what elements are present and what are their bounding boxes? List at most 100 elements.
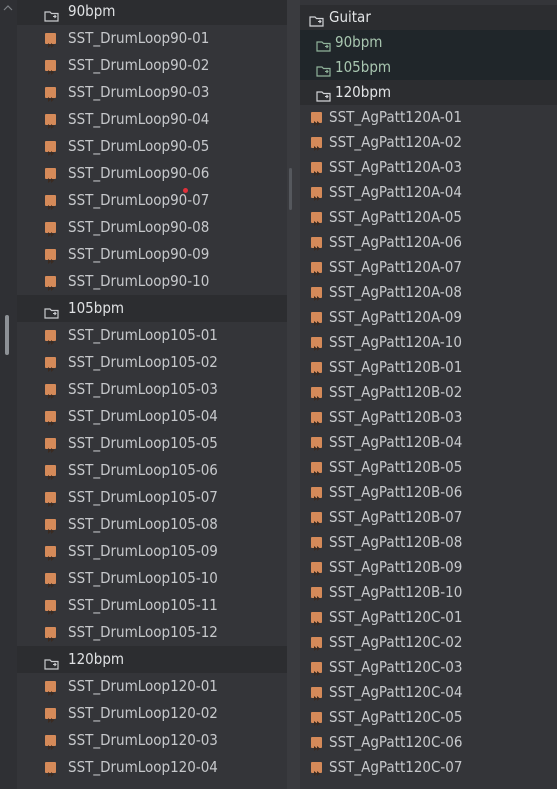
file-row[interactable]: SST_DrumLoop90-08	[17, 214, 287, 241]
file-row[interactable]: SST_AgPatt120A-05	[300, 205, 557, 230]
file-row[interactable]: SST_AgPatt120A-06	[300, 230, 557, 255]
audio-file-icon	[45, 357, 56, 372]
file-row[interactable]: SST_DrumLoop90-07	[17, 187, 287, 214]
file-row[interactable]: SST_AgPatt120B-09	[300, 555, 557, 580]
file-row[interactable]: SST_AgPatt120C-06	[300, 730, 557, 755]
folder-row-open[interactable]: 120bpm	[300, 80, 557, 105]
file-row[interactable]: SST_AgPatt120B-02	[300, 380, 557, 405]
audio-file-icon	[45, 384, 56, 399]
file-label: SST_AgPatt120A-05	[329, 208, 462, 226]
file-label: SST_AgPatt120B-01	[329, 358, 463, 376]
file-label: SST_AgPatt120A-09	[329, 308, 462, 326]
audio-file-icon	[311, 537, 322, 551]
audio-file-icon	[311, 762, 322, 776]
file-row[interactable]: SST_DrumLoop120-01	[17, 673, 287, 700]
file-row[interactable]: SST_DrumLoop105-02	[17, 349, 287, 376]
audio-file-icon	[311, 487, 322, 501]
file-row[interactable]: SST_AgPatt120B-07	[300, 505, 557, 530]
file-label: SST_AgPatt120C-02	[329, 633, 463, 651]
file-row[interactable]: SST_AgPatt120C-07	[300, 755, 557, 780]
file-row[interactable]: SST_DrumLoop90-09	[17, 241, 287, 268]
file-row[interactable]: SST_DrumLoop120-02	[17, 700, 287, 727]
file-row[interactable]: SST_AgPatt120A-01	[300, 105, 557, 130]
file-row[interactable]: SST_AgPatt120B-01	[300, 355, 557, 380]
file-row[interactable]: SST_DrumLoop105-06	[17, 457, 287, 484]
panel-divider[interactable]	[287, 0, 300, 789]
file-label: SST_AgPatt120C-03	[329, 658, 463, 676]
file-label: SST_DrumLoop120-02	[68, 704, 218, 722]
splitter-handle[interactable]	[289, 168, 292, 210]
chevron-up-icon[interactable]	[2, 2, 14, 14]
folder-row[interactable]: 105bpm	[17, 295, 287, 322]
file-label: SST_DrumLoop105-09	[68, 542, 218, 560]
audio-file-icon	[45, 33, 56, 48]
file-row[interactable]: SST_DrumLoop105-09	[17, 538, 287, 565]
file-row[interactable]: SST_DrumLoop105-01	[17, 322, 287, 349]
audio-file-icon	[311, 662, 322, 676]
folder-row[interactable]: 120bpm	[17, 646, 287, 673]
folder-row[interactable]: 90bpm	[17, 0, 287, 25]
file-label: SST_DrumLoop90-04	[68, 110, 210, 128]
subfolder-row[interactable]: 105bpm	[300, 55, 557, 80]
file-label: SST_AgPatt120B-06	[329, 483, 463, 501]
file-label: SST_AgPatt120A-04	[329, 183, 462, 201]
folder-label: Guitar	[329, 8, 371, 26]
file-label: SST_AgPatt120B-05	[329, 458, 463, 476]
file-row[interactable]: SST_AgPatt120B-06	[300, 480, 557, 505]
audio-file-icon	[45, 681, 56, 696]
file-row[interactable]: SST_AgPatt120B-10	[300, 580, 557, 605]
file-label: SST_AgPatt120A-01	[329, 108, 462, 126]
audio-file-icon	[45, 276, 56, 291]
file-row[interactable]: SST_DrumLoop105-05	[17, 430, 287, 457]
file-row[interactable]: SST_DrumLoop105-12	[17, 619, 287, 646]
folder-label: 90bpm	[68, 2, 116, 20]
file-row[interactable]: SST_DrumLoop105-04	[17, 403, 287, 430]
file-label: SST_AgPatt120A-07	[329, 258, 462, 276]
file-label: SST_DrumLoop90-05	[68, 137, 210, 155]
file-row[interactable]: SST_AgPatt120A-03	[300, 155, 557, 180]
audio-file-icon	[311, 712, 322, 726]
file-row[interactable]: SST_AgPatt120A-02	[300, 130, 557, 155]
file-row[interactable]: SST_AgPatt120C-03	[300, 655, 557, 680]
scrollbar-thumb[interactable]	[5, 315, 9, 355]
file-row[interactable]: SST_DrumLoop90-02	[17, 52, 287, 79]
file-label: SST_AgPatt120C-04	[329, 683, 463, 701]
file-row[interactable]: SST_AgPatt120B-05	[300, 455, 557, 480]
audio-file-icon	[45, 141, 56, 156]
file-row[interactable]: SST_AgPatt120C-02	[300, 630, 557, 655]
subfolder-row[interactable]: 90bpm	[300, 30, 557, 55]
file-row[interactable]: SST_DrumLoop90-01	[17, 25, 287, 52]
file-row[interactable]: SST_AgPatt120A-08	[300, 280, 557, 305]
file-row[interactable]: SST_DrumLoop90-06	[17, 160, 287, 187]
audio-file-icon	[311, 387, 322, 401]
file-row[interactable]: SST_DrumLoop90-05	[17, 133, 287, 160]
audio-file-icon	[311, 162, 322, 176]
file-row[interactable]: SST_AgPatt120A-09	[300, 305, 557, 330]
file-row[interactable]: SST_DrumLoop120-03	[17, 727, 287, 754]
audio-file-icon	[45, 438, 56, 453]
file-row[interactable]: SST_DrumLoop90-03	[17, 79, 287, 106]
file-row[interactable]: SST_AgPatt120B-08	[300, 530, 557, 555]
audio-file-icon	[45, 168, 56, 183]
vertical-scrollbar[interactable]	[0, 0, 17, 789]
file-row[interactable]: SST_DrumLoop90-10	[17, 268, 287, 295]
file-row[interactable]: SST_AgPatt120C-04	[300, 680, 557, 705]
file-row[interactable]: SST_DrumLoop105-10	[17, 565, 287, 592]
file-row[interactable]: SST_AgPatt120A-10	[300, 330, 557, 355]
file-row[interactable]: SST_DrumLoop105-07	[17, 484, 287, 511]
file-row[interactable]: SST_DrumLoop120-04	[17, 754, 287, 781]
audio-file-icon	[311, 112, 322, 126]
file-label: SST_DrumLoop90-10	[68, 272, 210, 290]
file-row[interactable]: SST_DrumLoop105-03	[17, 376, 287, 403]
file-row[interactable]: SST_DrumLoop105-08	[17, 511, 287, 538]
audio-file-icon	[311, 312, 322, 326]
file-row[interactable]: SST_AgPatt120A-07	[300, 255, 557, 280]
file-row[interactable]: SST_DrumLoop90-04	[17, 106, 287, 133]
file-row[interactable]: SST_AgPatt120A-04	[300, 180, 557, 205]
file-row[interactable]: SST_AgPatt120C-05	[300, 705, 557, 730]
file-row[interactable]: SST_AgPatt120C-01	[300, 605, 557, 630]
file-row[interactable]: SST_AgPatt120B-03	[300, 405, 557, 430]
file-row[interactable]: SST_DrumLoop105-11	[17, 592, 287, 619]
file-row[interactable]: SST_AgPatt120B-04	[300, 430, 557, 455]
folder-row-guitar[interactable]: Guitar	[300, 5, 557, 30]
